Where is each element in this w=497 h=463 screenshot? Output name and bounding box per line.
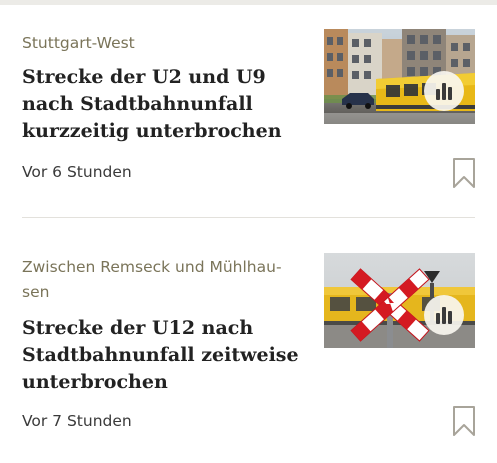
- bookmark-icon[interactable]: [451, 405, 477, 437]
- article-timestamp: Vor 7 Stunden: [22, 412, 132, 430]
- audio-bars-icon[interactable]: [424, 295, 464, 335]
- article-card[interactable]: Stuttgart-West Strecke der U2 und U9 nac…: [0, 0, 497, 218]
- article-card[interactable]: Zwischen Remseck und Mühlhau-sen Strecke…: [0, 219, 497, 463]
- article-headline[interactable]: Strecke der U12 nach Stadtbahnunfall zei…: [22, 315, 302, 396]
- article-headline[interactable]: Strecke der U2 und U9 nach Stadtbahnunfa…: [22, 64, 307, 145]
- article-timestamp: Vor 6 Stunden: [22, 163, 132, 181]
- article-thumbnail[interactable]: [324, 29, 475, 124]
- article-kicker: Zwischen Remseck und Mühlhau-sen: [22, 258, 282, 301]
- bookmark-icon[interactable]: [451, 157, 477, 189]
- article-kicker: Stuttgart-West: [22, 34, 135, 52]
- article-divider: [22, 217, 475, 218]
- article-thumbnail[interactable]: [324, 253, 475, 348]
- audio-bars-icon[interactable]: [424, 71, 464, 111]
